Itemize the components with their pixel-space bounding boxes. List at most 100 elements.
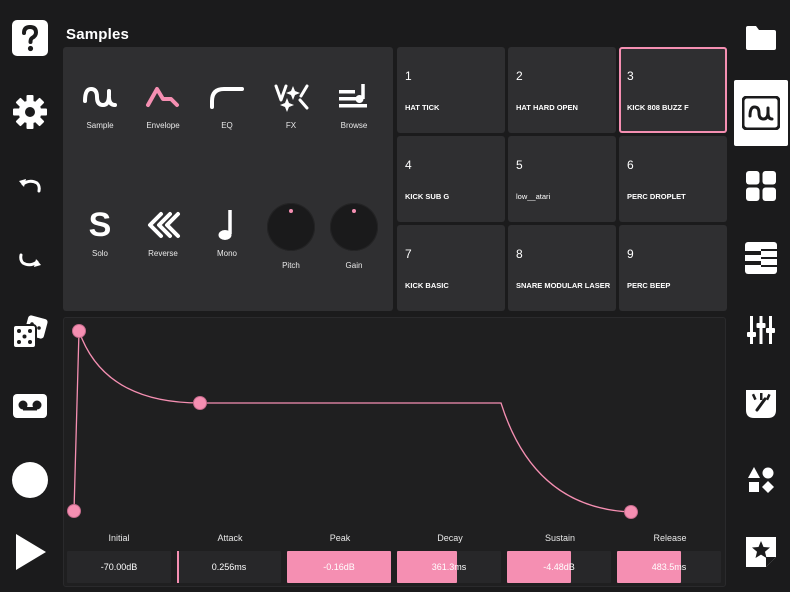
envelope-curve [73,330,632,513]
folder-button[interactable] [734,8,788,68]
grid-view-button[interactable] [734,156,788,216]
pad-number: 9 [627,247,634,261]
pad-number: 4 [405,158,412,172]
solo-label: Solo [91,249,108,258]
pad-6[interactable]: 6 PERC DROPLET [619,136,727,222]
envelope-release-handle[interactable] [624,505,638,519]
left-toolbar [0,0,60,592]
shapes-icon [748,467,774,493]
peak-value: -0.16dB [323,562,355,572]
music-note-icon [218,210,232,240]
envelope-tool-button[interactable]: Envelope [130,77,196,130]
pitch-knob-dial[interactable] [267,203,315,251]
tool-panel: Sample Envelope EQ FX Browse S Solo Reve… [63,47,393,311]
grid-icon [746,171,776,201]
gain-knob-dial[interactable] [330,203,378,251]
mono-toggle[interactable]: Mono [194,205,260,258]
gauge-icon [746,390,776,418]
settings-button[interactable] [6,88,54,136]
release-label: Release [653,533,687,543]
sustain-value-slider[interactable]: -4.48dB [507,551,611,583]
record-icon [12,462,48,498]
fx-tool-button[interactable]: FX [258,77,324,130]
pad-sample-name: HAT TICK [405,103,440,112]
help-button[interactable] [6,14,54,62]
release-value-slider[interactable]: 483.5ms [617,551,721,583]
tape-button[interactable] [6,382,54,430]
pad-1[interactable]: 1 HAT TICK [397,47,505,133]
gain-label: Gain [345,261,363,270]
tape-icon [13,394,47,418]
dice-icon [12,315,48,349]
attack-label: Attack [217,533,243,543]
pad-number: 3 [627,69,634,83]
performance-view-button[interactable] [734,374,788,434]
envelope-curve-graph[interactable] [64,318,727,588]
pad-2[interactable]: 2 HAT HARD OPEN [508,47,616,133]
pad-7[interactable]: 7 KICK BASIC [397,225,505,311]
randomize-button[interactable] [6,308,54,356]
attack-value-slider[interactable]: 0.256ms [177,551,281,583]
initial-label: Initial [108,533,130,543]
pad-number: 6 [627,158,634,172]
attack-value-marker [177,551,179,583]
envelope-tool-label: Envelope [146,121,180,130]
reverse-chevrons-icon [148,212,180,238]
envelope-initial-handle[interactable] [67,504,81,518]
pad-9[interactable]: 9 PERC BEEP [619,225,727,311]
attack-value: 0.256ms [211,562,247,572]
gain-knob[interactable]: Gain [321,203,387,270]
initial-value-slider[interactable]: -70.00dB [67,551,171,583]
browse-tool-button[interactable]: Browse [321,77,387,130]
undo-icon [19,179,41,193]
sample-view-button[interactable] [734,80,788,146]
play-button[interactable] [6,528,54,576]
peak-value-slider[interactable]: -0.16dB [287,551,391,583]
sticker-view-button[interactable] [734,522,788,582]
sample-editor-screen: Samples Sample Envelope EQ FX Browse S S… [0,0,790,592]
envelope-sustain-handle[interactable] [193,396,207,410]
fx-sparkle-icon [274,84,309,112]
pad-sample-name: PERC DROPLET [627,192,686,201]
redo-button[interactable] [6,236,54,284]
browse-list-icon [339,84,367,108]
pad-sample-name: KICK BASIC [405,281,449,290]
record-button[interactable] [6,456,54,504]
envelope-peak-handle[interactable] [72,324,86,338]
pad-8[interactable]: 8 SNARE MODULAR LASER [508,225,616,311]
mixer-icon [747,316,775,344]
pitch-knob[interactable]: Pitch [258,203,324,270]
keyboard-icon [745,242,777,274]
right-toolbar [732,0,790,592]
release-value: 483.5ms [651,562,687,572]
keyboard-view-button[interactable] [734,228,788,288]
undo-button[interactable] [6,162,54,210]
pad-5[interactable]: 5 low__atari [508,136,616,222]
mixer-view-button[interactable] [734,300,788,360]
gain-knob-indicator [352,209,356,213]
decay-value: 361.3ms [431,562,467,572]
peak-label: Peak [329,533,351,543]
shapes-view-button[interactable] [734,450,788,510]
pad-number: 5 [516,158,523,172]
pad-sample-name: low__atari [516,192,551,201]
fx-tool-label: FX [285,121,297,130]
pad-sample-name: KICK 808 BUZZ F [627,103,689,112]
decay-value-slider[interactable]: 361.3ms [397,551,501,583]
folder-icon [746,26,776,50]
sample-tool-button[interactable]: Sample [67,77,133,130]
reverse-toggle[interactable]: Reverse [130,205,196,258]
pad-3[interactable]: 3 KICK 808 BUZZ F [619,47,727,133]
pad-4[interactable]: 4 KICK SUB G [397,136,505,222]
pad-number: 7 [405,247,412,261]
envelope-editor[interactable]: Initial Attack Peak Decay Sustain Releas… [63,317,726,587]
eq-tool-label: EQ [221,121,233,130]
eq-tool-button[interactable]: EQ [194,77,260,130]
pad-number: 1 [405,69,412,83]
envelope-shape-icon [146,87,179,107]
solo-toggle[interactable]: S Solo [67,205,133,258]
sustain-value: -4.48dB [543,562,575,572]
pad-sample-name: SNARE MODULAR LASER [516,281,611,290]
redo-icon [19,253,41,267]
sustain-label: Sustain [544,533,576,543]
